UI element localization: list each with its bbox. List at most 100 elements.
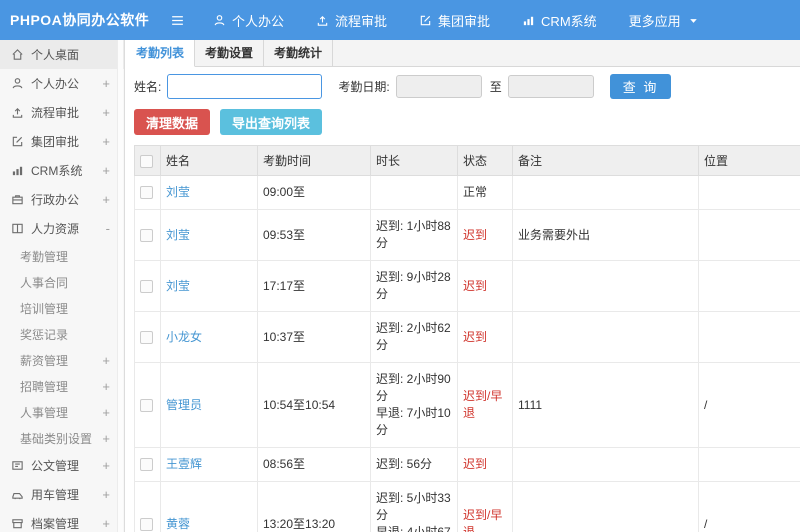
row-checkbox[interactable]	[140, 279, 153, 293]
sidebar-item[interactable]: 公文管理 +	[0, 451, 124, 480]
table-row: 王壹辉 08:56至 迟到: 56分 迟到	[134, 447, 800, 482]
sidebar-subitem[interactable]: 招聘管理 +	[0, 373, 124, 399]
sidebar-subitem[interactable]: 基础类别设置 +	[0, 425, 124, 451]
sidebar-item[interactable]: 档案管理 +	[0, 509, 124, 532]
employee-name-link[interactable]: 管理员	[166, 398, 202, 412]
row-checkbox[interactable]	[140, 228, 153, 242]
col-header-time: 考勤时间	[257, 145, 371, 176]
name-filter-input[interactable]	[167, 73, 323, 99]
sidebar-item[interactable]: 集团审批 +	[0, 127, 124, 156]
tab-attendance-stats[interactable]: 考勤统计	[264, 40, 334, 66]
expand-plus-icon[interactable]: +	[102, 106, 110, 119]
attendance-time-cell: 08:56至	[257, 447, 371, 482]
sidebar-menu: 个人桌面 个人办公 + 流程审批 + 集团审批 + CRM系统 + 行政办公 + 人力资源 - 考勤管理人…	[0, 40, 124, 532]
employee-name-link[interactable]: 王壹辉	[166, 457, 202, 471]
header-menu-item[interactable]: CRM系统	[522, 11, 597, 30]
date-from-input[interactable]	[395, 74, 482, 98]
sidebar-subitem[interactable]: 奖惩记录	[0, 321, 124, 347]
expand-plus-icon[interactable]: +	[102, 354, 110, 367]
tab-bar: 考勤列表 考勤设置 考勤统计	[126, 40, 800, 67]
row-checkbox[interactable]	[140, 330, 153, 344]
select-all-checkbox[interactable]	[140, 154, 153, 168]
sidebar-item[interactable]: 个人桌面	[0, 40, 124, 69]
sidebar-item[interactable]: 用车管理 +	[0, 480, 124, 509]
table-header: 姓名 考勤时间 时长 状态 备注 位置	[134, 145, 800, 176]
menu-toggle-icon[interactable]	[170, 13, 185, 28]
attendance-table: 姓名 考勤时间 时长 状态 备注 位置 刘莹 09:00至 正常 刘莹 09:5…	[134, 145, 800, 532]
note-cell: 业务需要外出	[512, 209, 699, 261]
expand-plus-icon[interactable]: +	[102, 459, 110, 472]
expand-plus-icon[interactable]: +	[102, 193, 110, 206]
table-row: 刘莹 09:53至 迟到: 1小时88分 迟到 业务需要外出	[134, 209, 800, 261]
employee-name-link[interactable]: 小龙女	[166, 330, 202, 344]
sidebar-subitem[interactable]: 人事合同	[0, 269, 124, 295]
attendance-table-body: 刘莹 09:00至 正常 刘莹 09:53至 迟到: 1小时88分 迟到 业务需…	[134, 175, 800, 532]
employee-name-link[interactable]: 刘莹	[166, 228, 190, 242]
duration-cell	[370, 175, 458, 210]
sidebar-subitem[interactable]: 薪资管理 +	[0, 347, 124, 373]
sidebar-item[interactable]: 行政办公 +	[0, 185, 124, 214]
user-icon	[9, 77, 25, 90]
header-menu-label: 个人办公	[232, 13, 285, 29]
attendance-time-cell: 10:37至	[257, 311, 371, 363]
sidebar-item-label: 行政办公	[31, 193, 80, 207]
row-checkbox[interactable]	[140, 517, 153, 531]
tab-attendance-list[interactable]: 考勤列表	[126, 40, 196, 67]
brand-logo[interactable]: PHPOA协同办公软件	[0, 10, 149, 30]
sidebar-item[interactable]: 个人办公 +	[0, 69, 124, 98]
expand-plus-icon[interactable]: +	[102, 406, 110, 419]
expand-plus-icon[interactable]: +	[102, 164, 110, 177]
expand-plus-icon[interactable]: +	[102, 488, 110, 501]
sidebar-item-label: 档案管理	[31, 517, 80, 531]
edit-icon	[419, 14, 432, 27]
clear-data-button[interactable]: 清理数据	[134, 109, 211, 135]
sidebar-item[interactable]: CRM系统 +	[0, 156, 124, 185]
collapse-minus-icon[interactable]: -	[106, 222, 110, 235]
duration-cell: 迟到: 2小时62分	[370, 311, 458, 363]
employee-name-link[interactable]: 刘莹	[166, 185, 190, 199]
row-checkbox[interactable]	[140, 186, 153, 200]
employee-name-link[interactable]: 刘莹	[166, 279, 190, 293]
employee-name-link[interactable]: 黄蓉	[166, 517, 190, 531]
location-cell	[698, 447, 800, 482]
row-checkbox[interactable]	[140, 458, 153, 472]
header-menu-item[interactable]: 更多应用	[629, 11, 700, 30]
expand-plus-icon[interactable]: +	[102, 380, 110, 393]
export-list-button[interactable]: 导出查询列表	[220, 109, 323, 135]
expand-plus-icon[interactable]: +	[102, 517, 110, 530]
attendance-time-cell: 09:00至	[257, 175, 371, 210]
duration-cell: 迟到: 2小时90分 早退: 7小时10分	[370, 362, 458, 448]
expand-plus-icon[interactable]: +	[102, 432, 110, 445]
sidebar-item[interactable]: 流程审批 +	[0, 98, 124, 127]
sidebar-subitem-label: 人事合同	[20, 275, 69, 290]
sidebar-subitem-label: 基础类别设置	[20, 431, 93, 446]
date-to-input[interactable]	[507, 74, 594, 98]
expand-plus-icon[interactable]: +	[102, 135, 110, 148]
app-root: PHPOA协同办公软件 个人办公 流程审批 集团审批 CRM系统 更多应用 个人桌面 个人…	[0, 0, 800, 532]
location-cell	[698, 209, 800, 261]
status-cell: 迟到	[457, 311, 513, 363]
header-menu-item[interactable]: 个人办公	[213, 11, 284, 30]
tab-attendance-settings[interactable]: 考勤设置	[195, 40, 265, 66]
sidebar-item[interactable]: 人力资源 -	[0, 214, 124, 243]
attendance-time-cell: 09:53至	[257, 209, 371, 261]
status-cell: 迟到	[457, 447, 513, 482]
sidebar-scrollbar[interactable]	[117, 40, 123, 532]
sidebar-submenu: 考勤管理人事合同培训管理 奖惩记录 薪资管理 + 招聘管理 + 人事管理 + 基础类别设置 +	[0, 243, 124, 451]
caret-icon	[687, 14, 700, 27]
attendance-time-cell: 13:20至13:20	[257, 481, 371, 532]
row-checkbox[interactable]	[140, 398, 153, 412]
edit-icon	[9, 135, 25, 148]
expand-plus-icon[interactable]: +	[102, 77, 110, 90]
home-icon	[9, 48, 25, 61]
sidebar-subitem[interactable]: 考勤管理	[0, 243, 124, 269]
briefcase-icon	[9, 193, 25, 206]
sidebar-subitem[interactable]: 培训管理	[0, 295, 124, 321]
sidebar-subitem[interactable]: 人事管理 +	[0, 399, 124, 425]
sidebar-item-label: 用车管理	[31, 488, 80, 502]
header-menu-item[interactable]: 流程审批	[316, 11, 387, 30]
header-menu-item[interactable]: 集团审批	[419, 11, 490, 30]
search-button[interactable]: 查 询	[609, 73, 672, 99]
filter-form: 姓名: 考勤日期: 至 查 询	[126, 67, 800, 105]
share-icon	[9, 106, 25, 119]
